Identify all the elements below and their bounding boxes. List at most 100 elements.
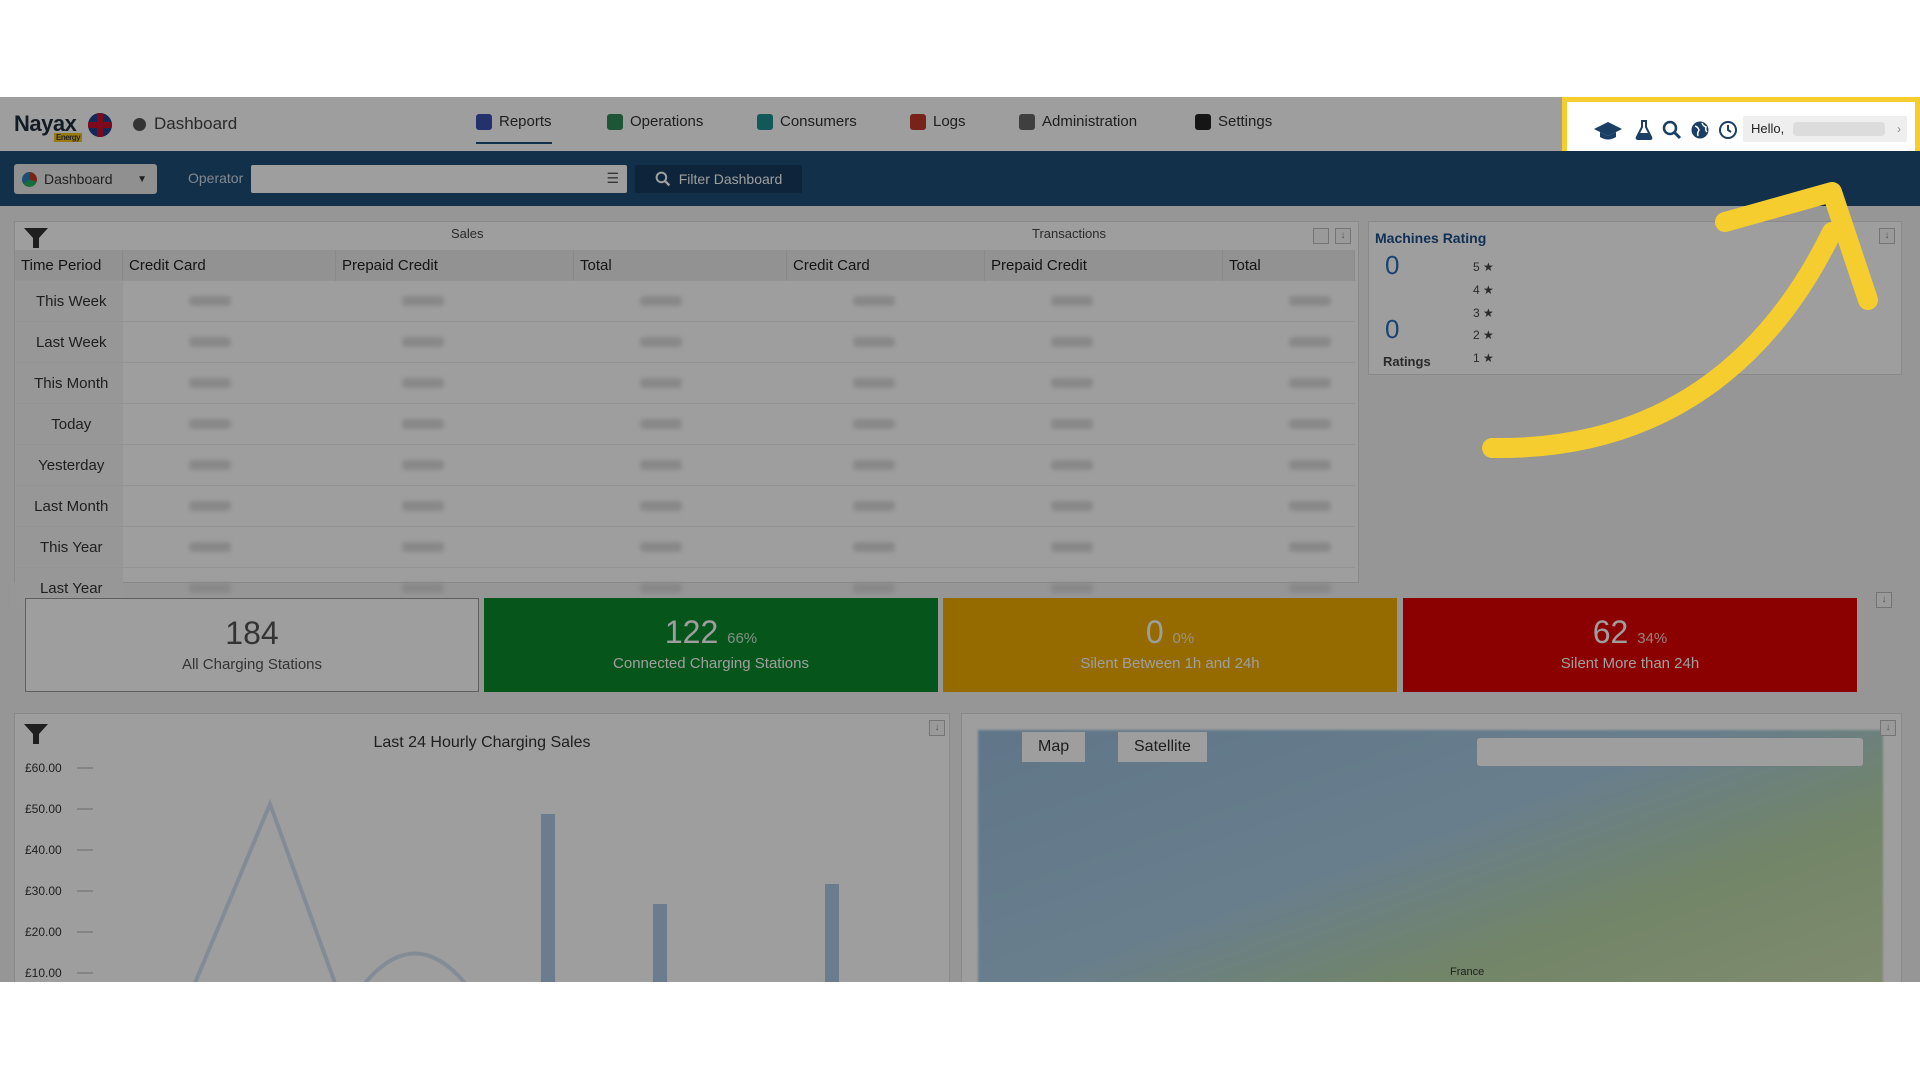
filter-dashboard-button[interactable]: Filter Dashboard <box>635 165 802 193</box>
filter-icon[interactable] <box>23 226 49 250</box>
settings-icon <box>1195 113 1211 130</box>
stat-all-stations[interactable]: 184 All Charging Stations <box>25 598 479 692</box>
list-icon[interactable]: ☰ <box>606 170 619 187</box>
stat-silent-more-24h[interactable]: 62 34% Silent More than 24h <box>1403 598 1857 692</box>
tab-settings[interactable]: Settings <box>1195 113 1272 130</box>
consumers-icon <box>757 113 773 130</box>
stat-percent: 34% <box>1637 630 1668 647</box>
operator-label: Operator <box>188 170 244 186</box>
blurred-line <box>193 798 467 982</box>
download-icon[interactable]: ↓ <box>1335 228 1351 244</box>
table-row: Last Month <box>15 485 1355 527</box>
tab-logs[interactable]: Logs <box>910 113 966 130</box>
redacted-value-cell <box>122 403 336 445</box>
map-search-input[interactable] <box>1477 738 1863 766</box>
redacted-value-cell <box>335 526 574 568</box>
time-period-cell: Last Month <box>15 485 123 527</box>
redacted-value-cell <box>573 280 787 322</box>
time-period-cell: This Year <box>15 526 123 568</box>
graduation-cap-icon[interactable] <box>1593 120 1623 147</box>
stat-label: Silent More than 24h <box>1560 655 1700 672</box>
y-tick-label: £20.00 <box>25 925 62 939</box>
redacted-value-cell <box>1222 485 1355 527</box>
redacted-value-cell <box>573 444 787 486</box>
blurred-bar <box>653 904 667 982</box>
chevron-right-icon: › <box>1897 122 1901 136</box>
flask-icon[interactable] <box>1635 120 1653 145</box>
redacted-value-cell <box>786 362 985 404</box>
time-period-cell: This Week <box>15 280 123 322</box>
redacted-value-cell <box>122 526 336 568</box>
y-tick-label: £50.00 <box>25 802 62 816</box>
stations-map[interactable] <box>978 730 1883 982</box>
tab-administration[interactable]: Administration <box>1019 113 1137 130</box>
globe-icon[interactable] <box>1690 120 1710 145</box>
sales-group-header: Sales <box>451 226 484 241</box>
star-level-2: 2 ★ <box>1473 328 1494 342</box>
stat-connected-stations[interactable]: 122 66% Connected Charging Stations <box>484 598 938 692</box>
redacted-value-cell <box>122 321 336 363</box>
redacted-value-cell <box>786 321 985 363</box>
stat-label: Connected Charging Stations <box>613 655 809 672</box>
filter-button-label: Filter Dashboard <box>678 171 783 187</box>
stat-number: 62 <box>1592 614 1629 650</box>
blurred-series <box>193 798 839 982</box>
uk-flag-icon[interactable] <box>88 113 112 137</box>
redacted-value-cell <box>1222 526 1355 568</box>
tab-operations[interactable]: Operations <box>607 113 703 130</box>
search-icon[interactable] <box>1662 120 1682 145</box>
star-level-5: 5 ★ <box>1473 260 1494 274</box>
operator-input[interactable]: ☰ <box>251 165 627 193</box>
time-period-cell: This Month <box>15 362 123 404</box>
redacted-value-cell <box>984 362 1223 404</box>
redacted-value-cell <box>786 280 985 322</box>
stat-silent-1h-24h[interactable]: 0 0% Silent Between 1h and 24h <box>943 598 1397 692</box>
column-header[interactable]: Prepaid Credit <box>984 250 1223 281</box>
logo-subtext: Energy <box>54 133 83 142</box>
user-menu[interactable]: Hello, › <box>1743 116 1907 142</box>
download-icon[interactable]: ↓ <box>1880 720 1896 736</box>
redacted-value-cell <box>1222 280 1355 322</box>
pie-chart-icon <box>22 171 37 187</box>
nayax-logo[interactable]: Nayax Energy <box>14 111 83 142</box>
redacted-value-cell <box>573 362 787 404</box>
redacted-value-cell <box>122 362 336 404</box>
tab-reports[interactable]: Reports <box>476 113 552 144</box>
clock-icon[interactable] <box>1718 120 1738 145</box>
column-header[interactable]: Total <box>1222 250 1355 281</box>
table-row: This Month <box>15 362 1355 404</box>
column-header[interactable]: Prepaid Credit <box>335 250 574 281</box>
tab-consumers[interactable]: Consumers <box>757 113 857 130</box>
redacted-value-cell <box>335 280 574 322</box>
column-header[interactable]: Time Period <box>15 250 123 281</box>
dashboard-dropdown[interactable]: Dashboard ▼ <box>14 164 157 194</box>
rating-count: 0 <box>1385 314 1400 344</box>
redacted-value-cell <box>573 526 787 568</box>
map-tab-map[interactable]: Map <box>1022 732 1086 762</box>
time-period-cell: Today <box>15 403 123 445</box>
column-header[interactable]: Credit Card <box>122 250 336 281</box>
user-toolbar-highlight: Hello, › <box>1562 97 1920 158</box>
download-icon[interactable]: ↓ <box>1876 592 1892 608</box>
redacted-value-cell <box>1222 444 1355 486</box>
tab-label: Settings <box>1218 113 1273 130</box>
breadcrumb-dashboard[interactable]: Dashboard <box>154 114 237 134</box>
column-header[interactable]: Credit Card <box>786 250 985 281</box>
stat-label: All Charging Stations <box>181 656 323 673</box>
administration-icon <box>1019 113 1035 130</box>
search-icon <box>655 171 670 187</box>
redacted-value-cell <box>984 526 1223 568</box>
redacted-value-cell <box>573 403 787 445</box>
redacted-value-cell <box>984 280 1223 322</box>
star-level-1: 1 ★ <box>1473 351 1494 365</box>
column-header[interactable]: Total <box>573 250 787 281</box>
redacted-value-cell <box>786 403 985 445</box>
redacted-value-cell <box>1222 403 1355 445</box>
table-row: Last Week <box>15 321 1355 363</box>
download-icon[interactable]: ↓ <box>1879 228 1895 244</box>
map-tab-satellite[interactable]: Satellite <box>1118 732 1207 762</box>
dropdown-label: Dashboard <box>44 171 113 187</box>
y-tick-label: £10.00 <box>25 966 62 980</box>
panel-checkbox[interactable] <box>1313 228 1329 244</box>
redacted-value-cell <box>984 485 1223 527</box>
